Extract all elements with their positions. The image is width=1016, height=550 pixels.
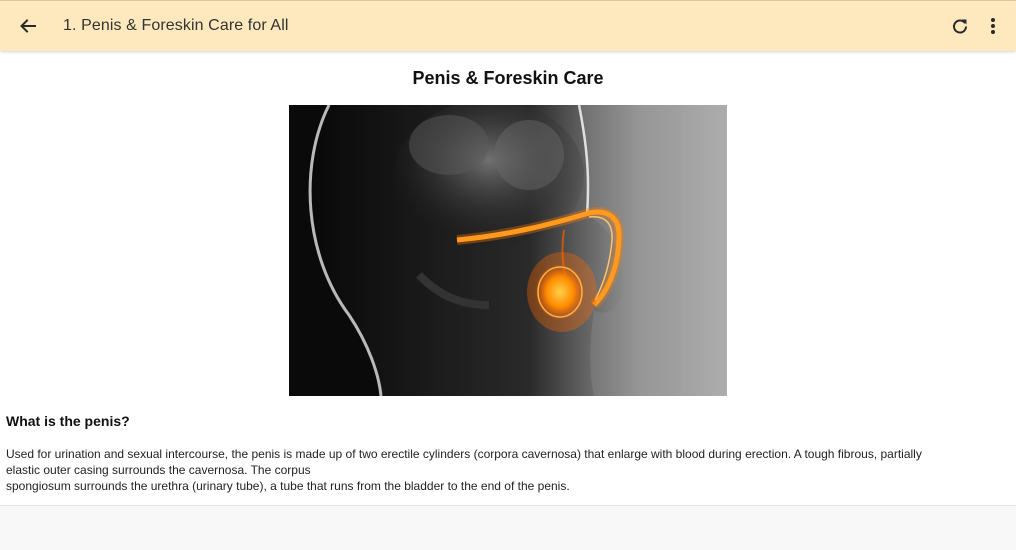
paragraph-line: spongiosum surrounds the urethra (urinar…	[6, 479, 570, 493]
more-vert-icon	[991, 18, 995, 34]
app-bar: 1. Penis & Foreskin Care for All	[0, 0, 1016, 51]
paragraph-line: elastic outer casing surrounds the caver…	[6, 463, 311, 477]
page-title: 1. Penis & Foreskin Care for All	[63, 17, 289, 34]
overflow-menu-button[interactable]	[977, 10, 1009, 42]
paragraph-line: Used for urination and sexual intercours…	[6, 447, 922, 461]
back-button[interactable]	[12, 10, 44, 42]
article-heading: Penis & Foreskin Care	[412, 68, 604, 88]
refresh-button[interactable]	[944, 10, 976, 42]
anatomy-illustration	[289, 105, 727, 396]
arrow-left-icon	[20, 19, 36, 33]
refresh-icon	[953, 19, 967, 34]
section-title: What is the penis?	[6, 413, 130, 429]
article-paragraph: Used for urination and sexual intercours…	[6, 446, 1006, 494]
article-content: Penis & Foreskin Care What is the penis?…	[0, 51, 1016, 506]
